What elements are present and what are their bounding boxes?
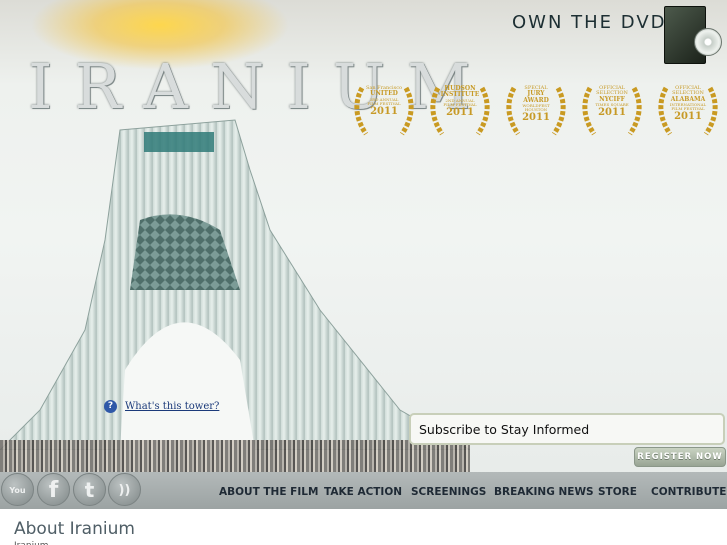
nav-screenings[interactable]: SCREENINGS <box>411 486 486 498</box>
youtube-icon[interactable]: You <box>1 473 34 506</box>
award-line3: 2ND ANNUAL FILM FESTIVAL <box>443 97 477 107</box>
award-year: 2011 <box>522 112 550 124</box>
about-heading: About Iranium <box>14 519 135 539</box>
youtube-glyph: You <box>9 486 26 495</box>
award-line2: JURY AWARD <box>523 90 549 104</box>
award-year: 2011 <box>598 106 626 118</box>
award-laurel: OFFICIAL SELECTION ALABAMA INTERNATIONAL… <box>652 82 724 140</box>
nav-contribute[interactable]: CONTRIBUTE <box>651 486 726 498</box>
main-nav: You f t )) ABOUT THE FILM TAKE ACTION SC… <box>0 472 727 509</box>
award-year: 2011 <box>674 111 702 123</box>
award-laurel: OFFICIAL SELECTION NYCIFF TIMES SQUARE 2… <box>576 82 648 140</box>
twitter-glyph: t <box>84 478 95 502</box>
award-year: 2011 <box>370 105 398 117</box>
about-text: Iranium <box>14 541 724 545</box>
tower-link-text[interactable]: What's this tower? <box>125 401 219 412</box>
subscribe-label: Subscribe to Stay Informed <box>419 422 590 437</box>
site-logo[interactable]: IRANIUM <box>28 50 492 123</box>
nav-breaking-news[interactable]: BREAKING NEWS <box>494 486 594 498</box>
award-line3: WORLDFEST HOUSTON <box>522 102 550 113</box>
award-laurel: San Francisco UNITED 3RD ANNUAL FILM FES… <box>348 82 420 140</box>
register-now-button[interactable]: REGISTER NOW <box>634 447 726 467</box>
help-icon[interactable]: ? <box>104 400 117 413</box>
azadi-tower-illustration <box>0 119 470 450</box>
facebook-glyph: f <box>48 478 59 503</box>
award-line1: OFFICIAL SELECTION <box>596 85 628 97</box>
hero-banner: IRANIUM OWN THE DVD San Francisco UNITED… <box>0 0 727 472</box>
rss-icon[interactable]: )) <box>108 473 141 506</box>
rss-glyph: )) <box>118 483 131 498</box>
subscribe-field[interactable]: Subscribe to Stay Informed <box>409 413 725 445</box>
facebook-icon[interactable]: f <box>37 473 70 506</box>
award-year: 2011 <box>446 106 474 118</box>
own-dvd-link[interactable]: OWN THE DVD <box>512 12 667 33</box>
whats-this-tower-link[interactable]: ? What's this tower? <box>104 400 219 413</box>
award-laurel: HUDSON INSTITUTE 2ND ANNUAL FILM FESTIVA… <box>424 82 496 140</box>
award-laurel: SPECIAL JURY AWARD WORLDFEST HOUSTON 201… <box>500 82 572 140</box>
crowd-image <box>0 440 470 472</box>
award-line1: OFFICIAL SELECTION <box>672 85 704 97</box>
award-line3: 3RD ANNUAL FILM FESTIVAL <box>367 96 401 106</box>
nav-store[interactable]: STORE <box>598 486 637 498</box>
twitter-icon[interactable]: t <box>73 473 106 506</box>
dvd-disc-icon <box>694 28 722 56</box>
nav-take-action[interactable]: TAKE ACTION <box>324 486 402 498</box>
award-line3: INTERNATIONAL FILM FESTIVAL <box>669 101 707 111</box>
award-line2: HUDSON INSTITUTE <box>440 85 480 99</box>
nav-about-the-film[interactable]: ABOUT THE FILM <box>219 486 318 498</box>
